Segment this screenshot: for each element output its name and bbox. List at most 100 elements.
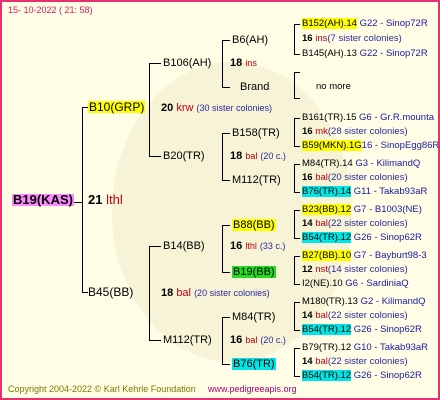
dd-num: 16 — [230, 334, 243, 346]
g4-colony[interactable]: B145(AH).13 — [302, 48, 357, 59]
line — [294, 192, 300, 193]
line — [222, 225, 223, 272]
g4-row: 14 bal(22 sister colonies) — [302, 218, 408, 230]
g3-colony[interactable]: B158(TR) — [232, 127, 280, 139]
ds-num: 16 — [230, 240, 243, 252]
ds-info: 16 lthl (33 c.) — [230, 240, 285, 252]
g4-tag: bal — [315, 356, 328, 367]
g4-row: B27(BB).10 G7 - Bayburt98-3 — [302, 250, 427, 262]
ss-colony[interactable]: B106(AH) — [163, 57, 211, 69]
g4-row: 16 bal(20 sister colonies) — [302, 172, 408, 184]
g4-row: B161(TR).15 G6 - Gr.R.mounta — [302, 112, 434, 124]
g4-num: 14 — [302, 218, 313, 229]
line — [294, 54, 300, 55]
g4-loc: G22 - Sinop72R — [359, 48, 428, 59]
line — [149, 63, 161, 64]
dam-colony[interactable]: B45(BB) — [88, 286, 133, 298]
g4-loc: G22 - Sinop72R — [359, 18, 428, 29]
g4-colony[interactable]: B54(TR).12 — [302, 370, 352, 381]
g4-colony[interactable]: B54(TR).12 — [302, 324, 352, 335]
line — [222, 180, 230, 181]
g4-num: 16 — [302, 172, 313, 183]
g4-row: 12 nst(14 sister colonies) — [302, 264, 408, 276]
g3-colony[interactable]: M112(TR) — [232, 174, 281, 186]
g4-row: B59(MKN).1G16 - SinopEgg86R — [302, 140, 440, 152]
root-num: 21 — [88, 192, 103, 207]
line — [222, 133, 223, 180]
g4-tag: bal — [315, 310, 328, 321]
line — [294, 238, 300, 239]
line — [149, 156, 161, 157]
line — [82, 107, 83, 293]
line — [294, 210, 300, 211]
line — [222, 87, 230, 88]
line — [294, 146, 300, 147]
g4-loc: G26 - Sinop62R — [353, 232, 422, 243]
sire-info: 20 krw (30 sister colonies) — [161, 102, 272, 114]
g4-row: no more — [316, 81, 351, 93]
g3-colony[interactable]: M84(TR) — [232, 311, 275, 323]
sire-num: 20 — [161, 102, 174, 114]
g4-colony[interactable]: B27(BB).10 — [302, 250, 352, 261]
dd-colony[interactable]: M112(TR) — [163, 334, 212, 346]
g4-loc: G7 - B1003(NE) — [353, 204, 422, 215]
g4-loc: 16 - SinopEgg86R — [361, 140, 440, 151]
line — [222, 317, 223, 364]
g4-loc: G3 - KilimandQ — [355, 158, 421, 169]
g4-row: M84(TR).14 G3 - KilimandQ — [302, 158, 420, 170]
line — [294, 256, 300, 257]
g4-colony[interactable]: B59(MKN).1G — [302, 140, 362, 151]
sd-num: 18 — [230, 150, 243, 162]
dam-tag: bal — [176, 287, 191, 299]
g4-num: 16 — [302, 33, 313, 44]
g4-colony[interactable]: B54(TR).12 — [302, 232, 352, 243]
sire-note: (30 sister colonies) — [196, 103, 273, 113]
sd-colony[interactable]: B20(TR) — [163, 150, 205, 162]
ds-colony[interactable]: B14(BB) — [163, 240, 205, 252]
g3-colony[interactable]: B19(BB) — [232, 266, 276, 278]
g4-num: 16 — [302, 126, 313, 137]
g4-colony[interactable]: M84(TR).14 — [302, 158, 353, 169]
g3-colony[interactable]: B88(BB) — [232, 219, 276, 231]
g4-num: 12 — [302, 264, 313, 275]
line — [294, 330, 300, 331]
g4-row: I2(NE).10 G6 - SardiniaQ — [302, 278, 409, 290]
g4-tag: mk — [315, 126, 328, 137]
g4-loc: G11 - Takab93aR — [353, 186, 428, 197]
g4-note: (14 sister colonies) — [327, 264, 408, 275]
line — [222, 40, 223, 87]
g4-colony[interactable]: B23(BB).12 — [302, 204, 352, 215]
line — [294, 348, 300, 349]
line — [294, 24, 295, 54]
g3-colony[interactable]: Brand — [240, 81, 269, 93]
g4-colony[interactable]: B161(TR).15 — [302, 112, 356, 123]
ss-tag: ins — [245, 58, 257, 68]
g4-row: B54(TR).12 G26 - Sinop62R — [302, 232, 422, 244]
ss-num: 18 — [230, 57, 243, 69]
g3-colony[interactable]: B6(AH) — [232, 34, 268, 46]
line — [294, 302, 300, 303]
g4-colony[interactable]: M180(TR).13 — [302, 296, 358, 307]
g4-tag: bal — [315, 172, 328, 183]
line — [294, 210, 295, 238]
line — [222, 225, 230, 226]
g4-colony[interactable]: I2(NE).10 — [302, 278, 343, 289]
sire-colony[interactable]: B10(GRP) — [88, 101, 146, 113]
g3-colony[interactable]: B76(TR) — [232, 358, 276, 370]
line — [149, 246, 150, 340]
g4-colony[interactable]: B152(AH).14 — [302, 18, 357, 29]
g4-num: 14 — [302, 356, 313, 367]
root-colony[interactable]: B19(KAS) — [12, 193, 74, 206]
g4-loc: G10 - Takab93aR — [353, 342, 429, 353]
g4-row: B54(TR).12 G26 - Sinop62R — [302, 370, 422, 382]
g4-num: 14 — [302, 310, 313, 321]
g4-colony[interactable]: B79(TR).12 — [302, 342, 351, 353]
website-link[interactable]: www.pedigreeapis.org — [208, 383, 297, 395]
g4-row: B76(TR).14 G11 - Takab93aR — [302, 186, 427, 198]
g4-colony[interactable]: B76(TR).14 — [302, 186, 352, 197]
g4-row: 16 ins(7 sister colonies) — [302, 33, 402, 45]
g4-row: B23(BB).12 G7 - B1003(NE) — [302, 204, 422, 216]
root-info: 21 lthl — [88, 192, 123, 207]
g4-loc: G26 - Sinop62R — [353, 370, 422, 381]
g4-colony: no more — [316, 81, 351, 92]
